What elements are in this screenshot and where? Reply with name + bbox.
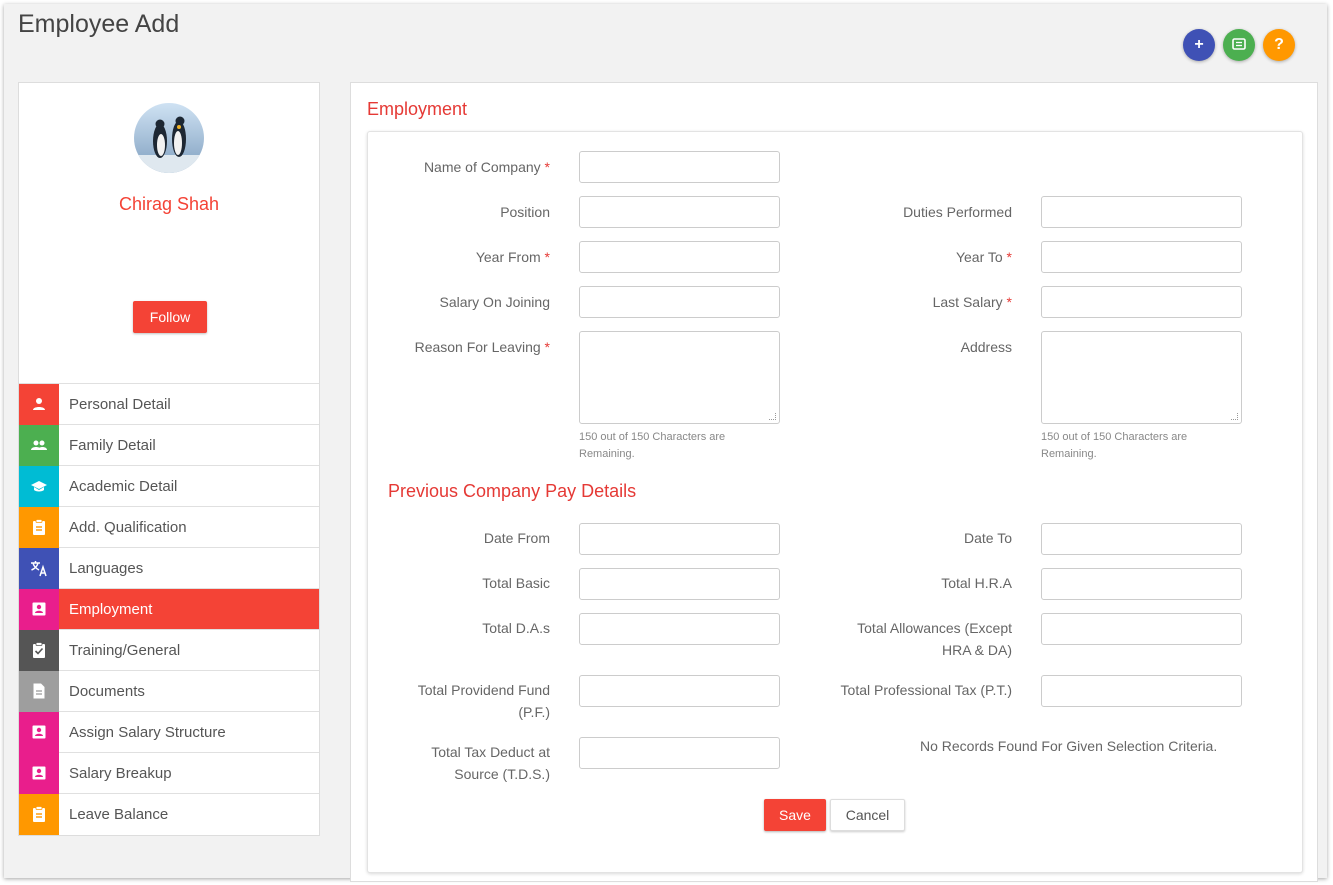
date-to-label: Date To [964, 530, 1012, 546]
message-icon [1232, 38, 1246, 50]
salary-on-joining-input[interactable] [579, 286, 780, 318]
clipboard-icon [19, 506, 59, 548]
reason-char-counter: 150 out of 150 Characters are Remaining. [579, 431, 726, 460]
reason-for-leaving-textarea[interactable] [579, 331, 780, 424]
sidebar-item-personal-detail[interactable]: Personal Detail [19, 383, 319, 425]
total-das-label: Total D.A.s [482, 620, 550, 636]
sidebar-menu: Personal Detail Family Detail Academic D… [19, 383, 319, 835]
follow-button[interactable]: Follow [133, 301, 207, 333]
date-from-input[interactable] [579, 523, 780, 555]
avatar [134, 103, 204, 173]
sidebar-item-label: Add. Qualification [69, 518, 187, 536]
cancel-button[interactable]: Cancel [830, 799, 905, 831]
people-icon [19, 424, 59, 466]
plus-icon: + [1194, 36, 1204, 53]
address-textarea[interactable] [1041, 331, 1242, 424]
contact-card-icon [19, 588, 59, 630]
total-allowances-label: Total Allowances (Except HRA & DA) [857, 620, 1012, 658]
total-hra-input[interactable] [1041, 568, 1242, 600]
total-tds-label: Total Tax Deduct at Source (T.D.S.) [431, 744, 550, 782]
total-pt-label: Total Professional Tax (P.T.) [840, 682, 1012, 698]
duties-performed-input[interactable] [1041, 196, 1242, 228]
total-pt-input[interactable] [1041, 675, 1242, 707]
reason-for-leaving-label: Reason For Leaving * [414, 339, 550, 355]
duties-performed-label: Duties Performed [903, 204, 1012, 220]
total-basic-input[interactable] [579, 568, 780, 600]
total-basic-label: Total Basic [482, 575, 550, 591]
sidebar-item-label: Languages [69, 559, 144, 577]
address-char-counter: 150 out of 150 Characters are Remaining. [1041, 431, 1188, 460]
year-from-label: Year From * [475, 249, 550, 265]
sidebar-item-academic-detail[interactable]: Academic Detail [19, 465, 319, 507]
sidebar-item-label: Academic Detail [69, 477, 178, 495]
sidebar-item-label: Leave Balance [69, 805, 169, 823]
contact-card-icon [19, 752, 59, 794]
total-das-input[interactable] [579, 613, 780, 645]
sidebar-item-documents[interactable]: Documents [19, 670, 319, 712]
employment-section-title: Employment [367, 99, 468, 119]
page-title: Employee Add [18, 10, 180, 38]
total-allowances-input[interactable] [1041, 613, 1242, 645]
clipboard-icon [19, 793, 59, 835]
total-hra-label: Total H.R.A [941, 575, 1012, 591]
date-to-input[interactable] [1041, 523, 1242, 555]
top-actions: + ? [1183, 29, 1295, 61]
clipboard-check-icon [19, 629, 59, 671]
contact-card-icon [19, 711, 59, 753]
salary-on-joining-label: Salary On Joining [439, 294, 550, 310]
sidebar-item-family-detail[interactable]: Family Detail [19, 424, 319, 466]
help-button[interactable]: ? [1263, 29, 1295, 61]
sidebar-item-label: Training/General [69, 641, 181, 659]
sidebar-item-label: Family Detail [69, 436, 156, 454]
total-tds-input[interactable] [579, 737, 780, 769]
sidebar-item-label: Employment [69, 600, 153, 618]
position-label: Position [500, 204, 550, 220]
sidebar-item-label: Salary Breakup [69, 764, 172, 782]
person-icon [19, 383, 59, 425]
sidebar-item-assign-salary-structure[interactable]: Assign Salary Structure [19, 711, 319, 753]
pay-details-title: Previous Company Pay Details [388, 481, 637, 501]
sidebar-item-employment[interactable]: Employment [19, 588, 319, 630]
content-panel: Employment Name of Company * Position Du… [350, 82, 1318, 882]
graduation-cap-icon [19, 465, 59, 507]
message-button[interactable] [1223, 29, 1255, 61]
help-icon: ? [1274, 36, 1284, 53]
last-salary-input[interactable] [1041, 286, 1242, 318]
last-salary-label: Last Salary * [932, 294, 1012, 310]
profile-panel: Chirag Shah Follow Personal Detail Famil… [18, 82, 320, 836]
sidebar-item-add-qualification[interactable]: Add. Qualification [19, 506, 319, 548]
employment-form: Name of Company * Position Duties Perfor… [367, 131, 1303, 873]
total-pf-input[interactable] [579, 675, 780, 707]
sidebar-item-training-general[interactable]: Training/General [19, 629, 319, 671]
position-input[interactable] [579, 196, 780, 228]
sidebar-item-leave-balance[interactable]: Leave Balance [19, 793, 319, 835]
add-button[interactable]: + [1183, 29, 1215, 61]
document-icon [19, 670, 59, 712]
total-pf-label: Total Providend Fund (P.F.) [417, 682, 550, 720]
app-frame: Employee Add + ? Chirag Shah Follow Pers… [4, 4, 1327, 882]
sidebar-item-languages[interactable]: Languages [19, 547, 319, 589]
no-records-message: No Records Found For Given Selection Cri… [920, 738, 1218, 754]
year-from-input[interactable] [579, 241, 780, 273]
translate-icon [19, 547, 59, 589]
sidebar-item-label: Documents [69, 682, 145, 700]
save-button[interactable]: Save [764, 799, 826, 831]
sidebar-item-label: Personal Detail [69, 395, 171, 413]
profile-name: Chirag Shah [118, 194, 220, 214]
sidebar-item-label: Assign Salary Structure [69, 723, 226, 741]
date-from-label: Date From [483, 530, 550, 546]
year-to-label: Year To * [955, 249, 1012, 265]
name-of-company-label: Name of Company * [423, 159, 550, 175]
address-label: Address [960, 339, 1012, 355]
year-to-input[interactable] [1041, 241, 1242, 273]
sidebar-item-salary-breakup[interactable]: Salary Breakup [19, 752, 319, 794]
name-of-company-input[interactable] [579, 151, 780, 183]
